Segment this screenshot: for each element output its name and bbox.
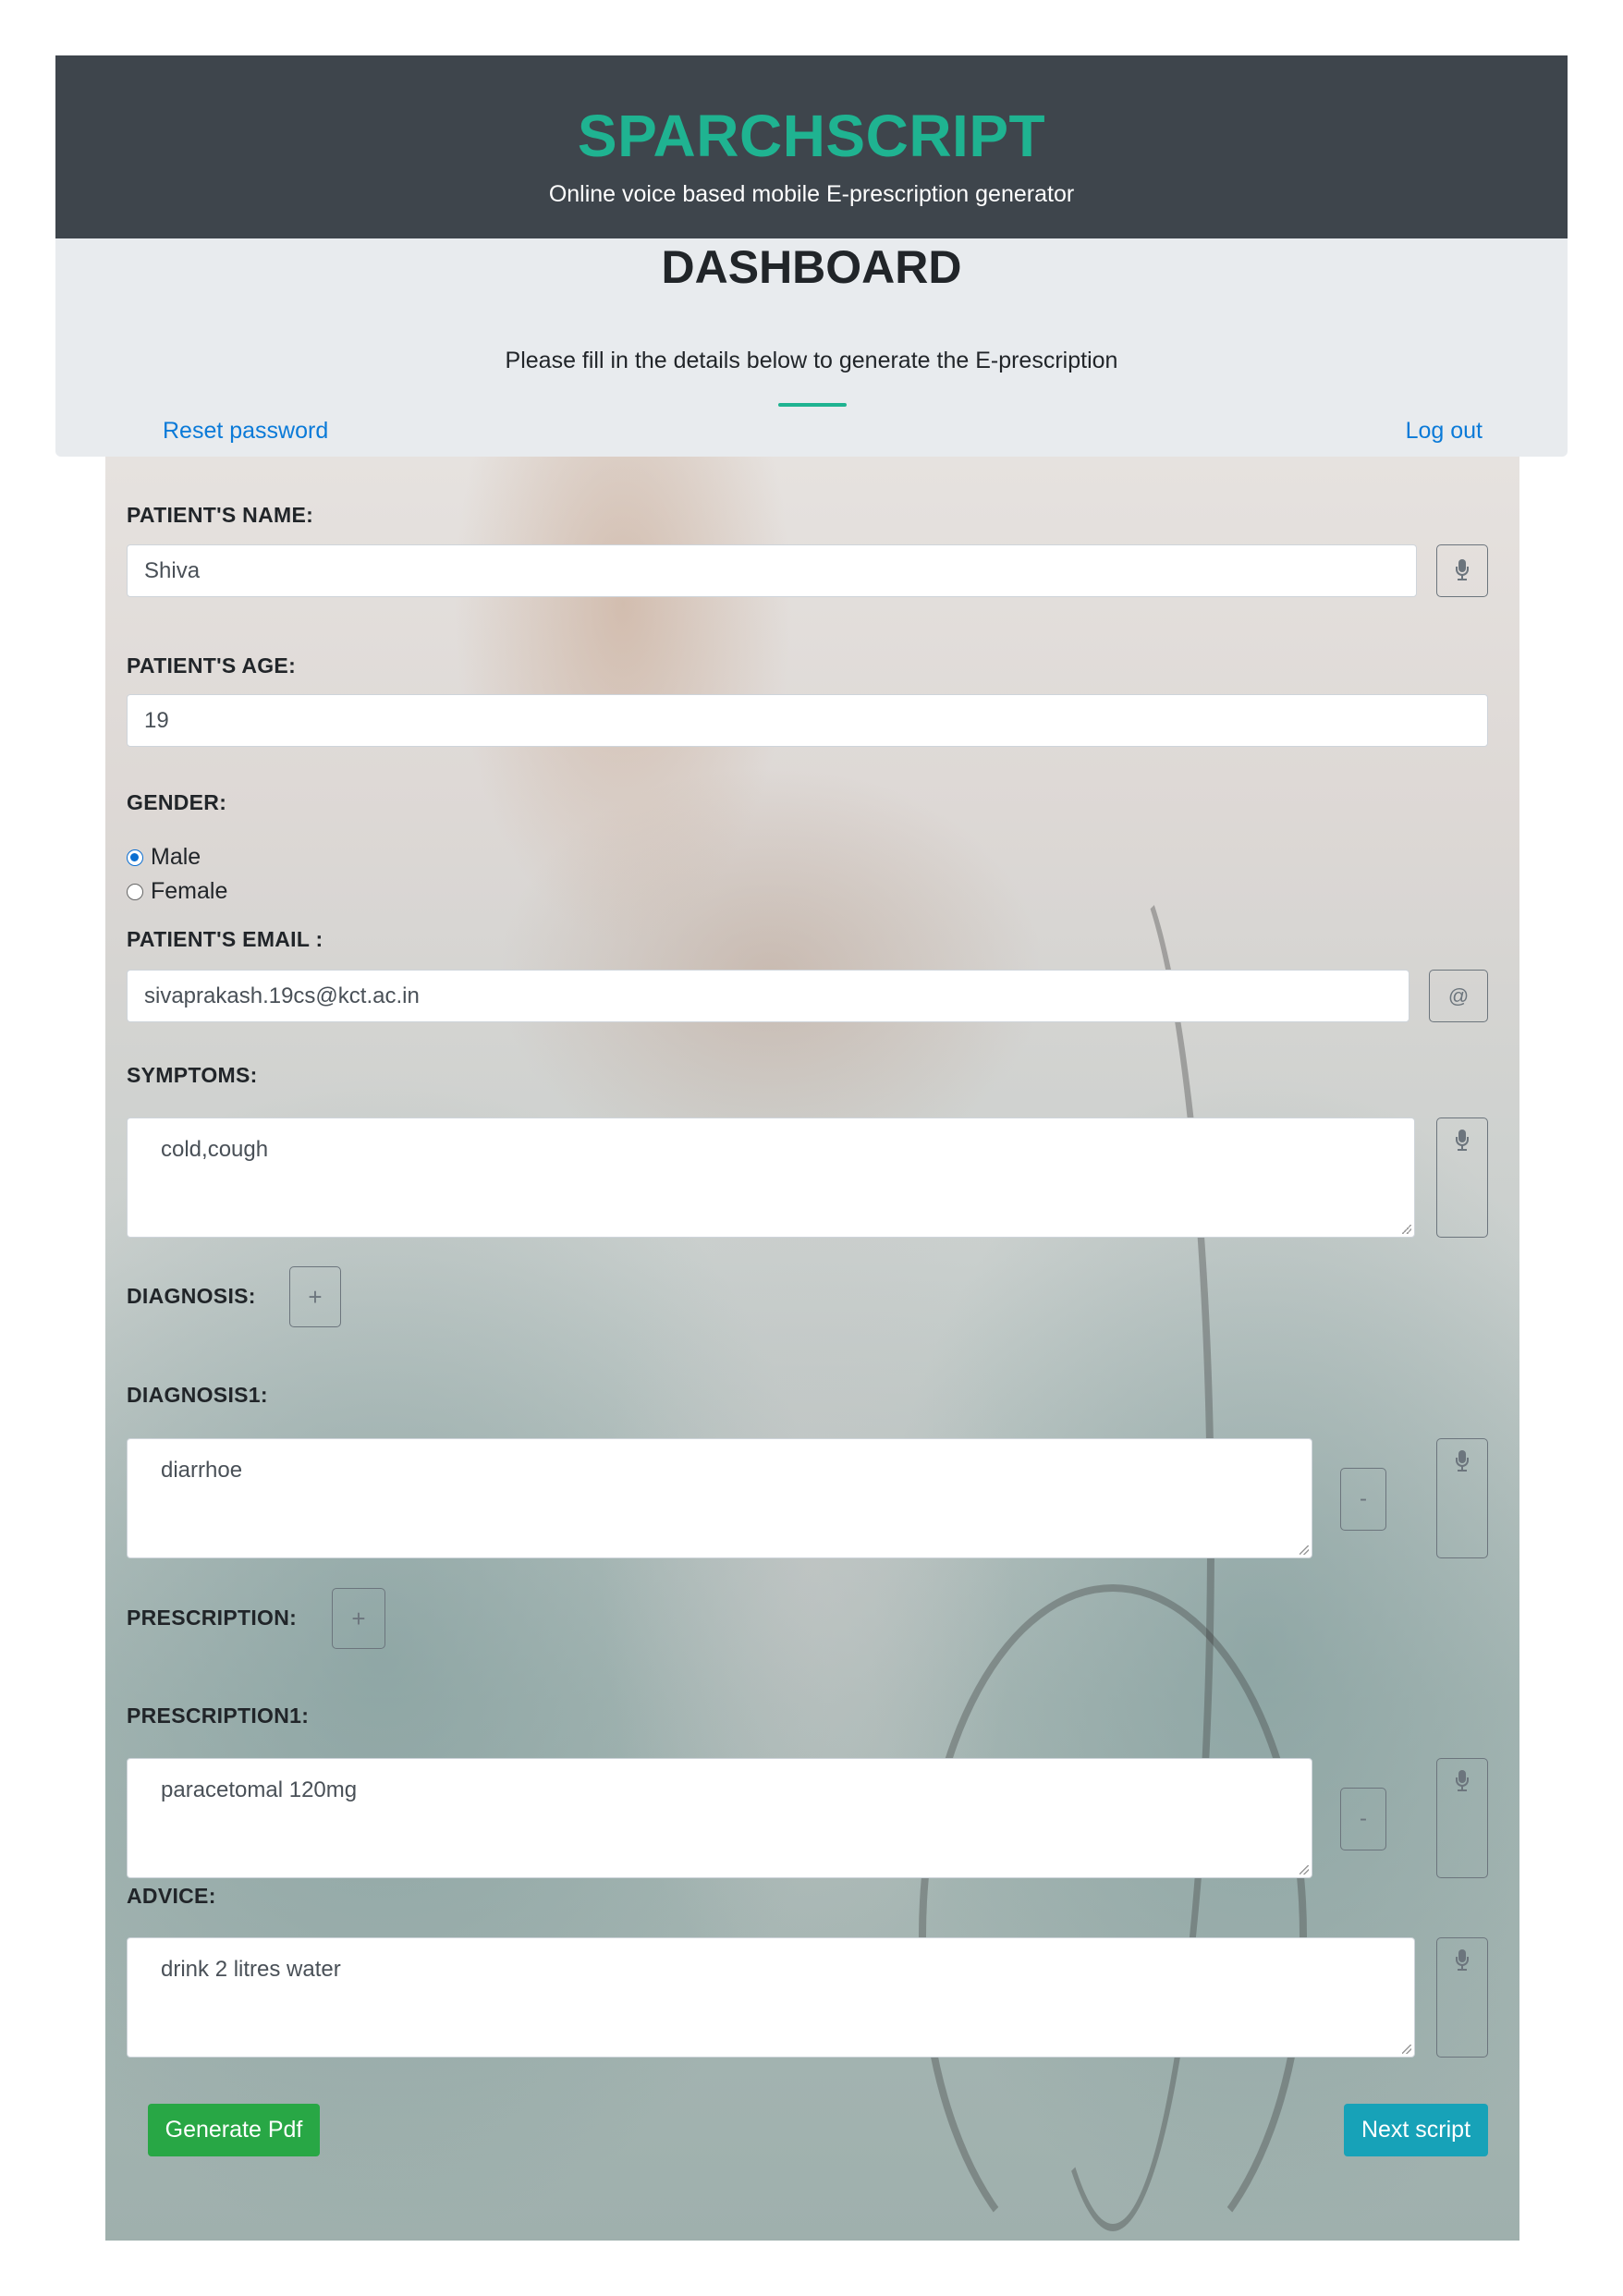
patient-email-label: PATIENT'S EMAIL :	[127, 927, 323, 951]
advice-textarea[interactable]: drink 2 litres water	[127, 1937, 1415, 2058]
gender-option-male[interactable]: Male	[127, 844, 201, 871]
male-radio[interactable]	[127, 849, 143, 866]
male-radio-label: Male	[151, 844, 201, 870]
background-photo-detail	[919, 1584, 1307, 2241]
patient-name-label: PATIENT'S NAME:	[127, 503, 314, 527]
patient-name-voice-button[interactable]	[1436, 544, 1488, 597]
page-title: DASHBOARD	[661, 241, 962, 293]
gender-label: GENDER:	[127, 790, 227, 814]
female-radio-label: Female	[151, 878, 228, 904]
microphone-icon	[1456, 558, 1469, 583]
prescription1-voice-button[interactable]	[1436, 1758, 1488, 1878]
logout-link[interactable]: Log out	[1406, 418, 1483, 445]
microphone-icon	[1456, 1130, 1469, 1154]
prescription1-label: PRESCRIPTION1:	[127, 1704, 310, 1728]
symptoms-voice-button[interactable]	[1436, 1117, 1488, 1238]
patient-age-label: PATIENT'S AGE:	[127, 653, 297, 678]
brand-tagline: Online voice based mobile E-prescription…	[548, 181, 1075, 207]
microphone-icon	[1456, 1770, 1469, 1794]
diagnosis1-voice-button[interactable]	[1436, 1438, 1488, 1558]
add-diagnosis-button[interactable]: +	[289, 1266, 341, 1327]
patient-age-input[interactable]: 19	[127, 694, 1488, 747]
patient-email-input[interactable]: sivaprakash.19cs@kct.ac.in	[127, 970, 1409, 1022]
symptoms-textarea[interactable]: cold,cough	[127, 1117, 1415, 1238]
advice-voice-button[interactable]	[1436, 1937, 1488, 2058]
remove-prescription1-button[interactable]: -	[1340, 1788, 1386, 1850]
advice-label: ADVICE:	[127, 1884, 216, 1908]
add-prescription-button[interactable]: +	[332, 1588, 385, 1649]
title-divider	[778, 403, 847, 407]
symptoms-label: SYMPTOMS:	[127, 1063, 258, 1087]
gender-option-female[interactable]: Female	[127, 878, 227, 905]
dashboard-panel: DASHBOARD Please fill in the details bel…	[55, 238, 1568, 457]
prescription1-textarea[interactable]: paracetomal 120mg	[127, 1758, 1312, 1878]
patient-name-input[interactable]: Shiva	[127, 544, 1417, 597]
microphone-icon	[1456, 1949, 1469, 1973]
prescription-label: PRESCRIPTION:	[127, 1606, 298, 1630]
email-at-addon: @	[1429, 970, 1488, 1022]
diagnosis1-textarea[interactable]: diarrhoe	[127, 1438, 1312, 1558]
page-subtitle: Please fill in the details below to gene…	[505, 348, 1118, 373]
generate-pdf-button[interactable]: Generate Pdf	[148, 2104, 320, 2156]
brand-title: SPARCHSCRIPT	[577, 103, 1046, 169]
diagnosis1-label: DIAGNOSIS1:	[127, 1383, 268, 1407]
microphone-icon	[1456, 1450, 1469, 1474]
app-header: SPARCHSCRIPT Online voice based mobile E…	[55, 55, 1568, 238]
female-radio[interactable]	[127, 883, 143, 900]
reset-password-link[interactable]: Reset password	[163, 418, 328, 445]
remove-diagnosis1-button[interactable]: -	[1340, 1468, 1386, 1531]
diagnosis-label: DIAGNOSIS:	[127, 1284, 256, 1308]
next-script-button[interactable]: Next script	[1344, 2104, 1488, 2156]
